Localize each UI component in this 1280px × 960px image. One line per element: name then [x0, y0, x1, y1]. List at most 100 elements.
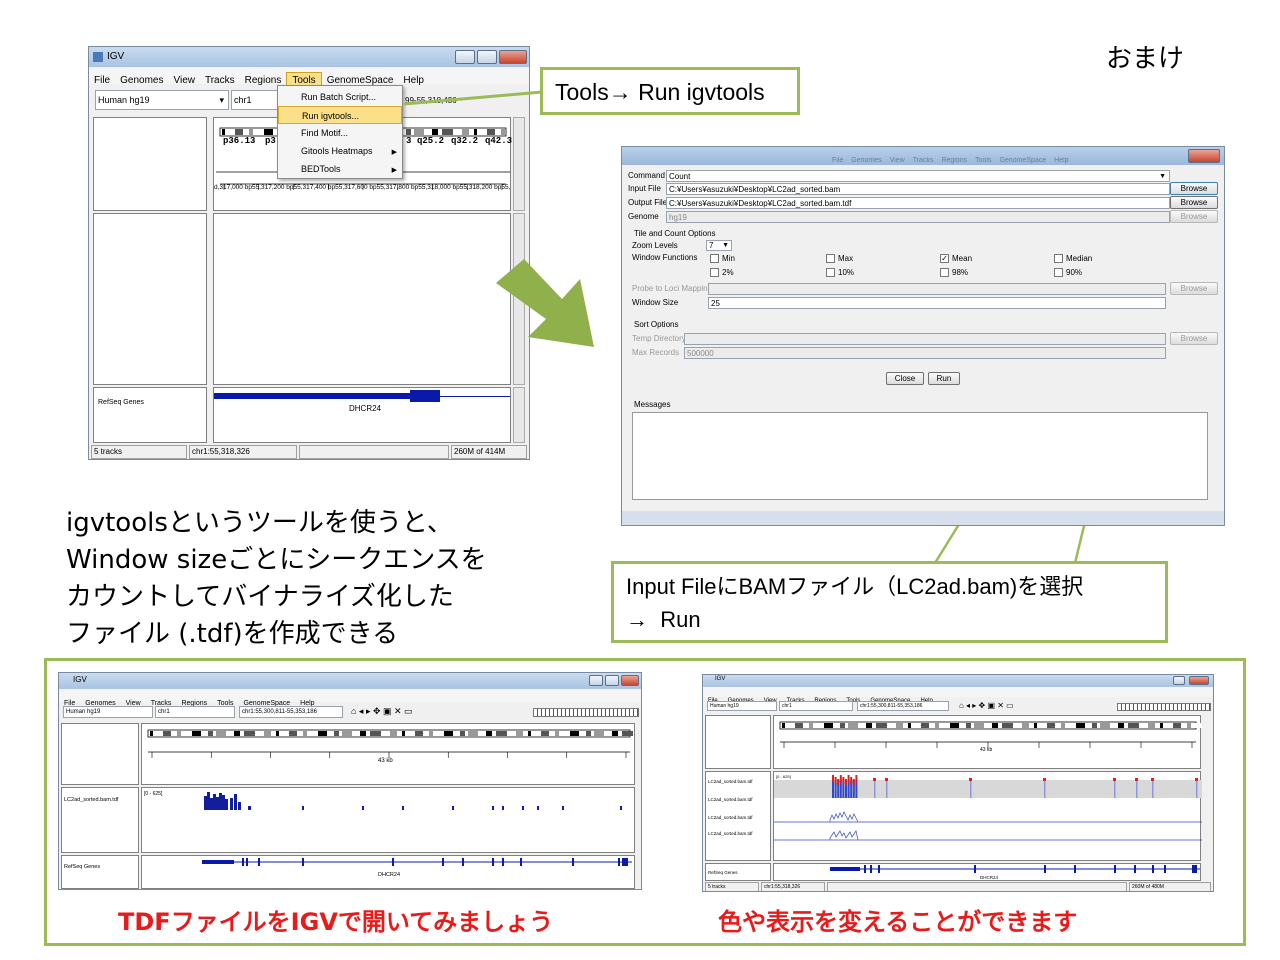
checkbox-10pct[interactable] — [826, 268, 835, 277]
caption-left: TDFファイルをIGVで開いてみましょう — [118, 908, 554, 936]
cytoband — [579, 731, 586, 736]
max-records-field[interactable]: 500000 — [684, 347, 1166, 359]
gene-exon — [878, 865, 880, 873]
gene-exon — [1164, 865, 1166, 873]
coverage-bar-red — [873, 778, 876, 781]
cytoband — [366, 731, 370, 736]
cytoband — [415, 731, 423, 736]
cytoband — [833, 723, 840, 728]
cytoband — [903, 723, 908, 728]
gene-exon — [502, 858, 504, 866]
minimize-button[interactable] — [1173, 676, 1185, 685]
coverage-bar-red — [1151, 778, 1154, 781]
checkbox-2pct[interactable] — [710, 268, 719, 277]
messages-label: Messages — [634, 400, 671, 409]
coverage-bar-blue — [839, 780, 842, 798]
genome-select[interactable]: Human hg19 — [707, 701, 777, 711]
zoom-widget[interactable] — [1117, 703, 1211, 711]
igv3-title: IGV — [715, 676, 726, 682]
temp-directory-label: Temp Directory — [632, 334, 686, 343]
cytoband — [402, 731, 405, 736]
ideogram-3 — [779, 721, 1202, 748]
cytoband — [1128, 723, 1139, 728]
bg-menu-genomespace: GenomeSpace — [999, 157, 1047, 164]
cytoband — [866, 723, 872, 728]
checkbox-2pct-label: 2% — [722, 268, 734, 277]
cytoband — [1148, 723, 1155, 728]
coverage-bar — [230, 798, 233, 810]
sort-options-header: Sort Options — [634, 320, 679, 329]
igv3-statusbar: 5 tracks chr1:55,318,326 260M of 480M — [703, 882, 1213, 891]
cytoband — [1092, 723, 1097, 728]
checkbox-98pct[interactable] — [940, 268, 949, 277]
cytoband — [360, 731, 366, 736]
cytoband — [163, 731, 171, 736]
checkbox-mean[interactable]: ✓ — [940, 254, 949, 263]
cytoband — [782, 723, 785, 728]
run-button[interactable]: Run — [928, 372, 960, 385]
track-label-2: LC2ad_sorted.bam.tdf — [708, 797, 753, 802]
coverage-bar-blue — [886, 780, 888, 798]
coverage-bar — [402, 806, 404, 810]
cytoband — [549, 731, 555, 736]
chromosome-select[interactable]: chr1 — [779, 701, 853, 711]
cytoband — [1002, 723, 1013, 728]
probe-mapping-field[interactable] — [708, 283, 1166, 295]
minimize-button[interactable] — [589, 675, 603, 686]
dialog-close-button[interactable] — [1188, 149, 1220, 163]
locus-field[interactable]: chr1:55,300,811-55,353,186 — [239, 706, 343, 718]
output-file-field[interactable]: C:¥Users¥asuzuki¥Desktop¥LC2ad_sorted.ba… — [666, 197, 1170, 209]
output-browse-button[interactable]: Browse — [1170, 196, 1218, 209]
probe-browse-button[interactable]: Browse — [1170, 282, 1218, 295]
coverage-bar — [492, 806, 494, 810]
cytoband — [992, 723, 998, 728]
temp-directory-field[interactable] — [684, 333, 1166, 345]
coverage-bar — [452, 806, 454, 810]
checkbox-median[interactable] — [1054, 254, 1063, 263]
input-file-field[interactable]: C:¥Users¥asuzuki¥Desktop¥LC2ad_sorted.ba… — [666, 183, 1170, 195]
cytoband — [604, 731, 612, 736]
close-button[interactable]: Close — [886, 372, 924, 385]
coverage-bar-red — [837, 779, 840, 786]
close-window-button[interactable] — [1189, 676, 1209, 685]
genome-browse-button[interactable]: Browse — [1170, 210, 1218, 223]
genome-field[interactable]: hg19 — [666, 211, 1170, 223]
track-label-3: LC2ad_sorted.bam.tdf — [708, 815, 753, 820]
checkbox-max[interactable] — [826, 254, 835, 263]
cytoband — [911, 723, 921, 728]
checkbox-90pct[interactable] — [1054, 268, 1063, 277]
track-label-1: LC2ad_sorted.bam.tdf — [708, 779, 753, 784]
genome-select[interactable]: Human hg19 — [63, 706, 153, 718]
command-select[interactable]: Count ▼ — [666, 170, 1170, 182]
cytoband — [486, 731, 492, 736]
zoom-widget[interactable] — [533, 708, 639, 717]
cytoband — [352, 731, 360, 736]
close-window-button[interactable] — [621, 675, 639, 686]
cytoband — [984, 723, 992, 728]
cytoband — [813, 723, 824, 728]
cytoband — [622, 731, 633, 736]
bg-menu-file: File — [832, 157, 844, 164]
zoom-levels-select[interactable]: 7 ▼ — [706, 240, 732, 251]
refseq-track-label: RefSeq Genes — [64, 864, 101, 870]
cytoband — [848, 723, 858, 728]
toolbar-icons[interactable]: ⌂ ◂ ▸ ✥ ▣ ✕ ▭ — [959, 701, 1014, 711]
cytoband — [492, 731, 496, 736]
gene-exon — [864, 865, 866, 873]
data-panel: [0 - 625] — [773, 771, 1202, 861]
igv-window-colored: IGV FileGenomesViewTracksRegionsToolsGen… — [702, 674, 1214, 892]
maximize-button[interactable] — [605, 675, 619, 686]
checkbox-min[interactable] — [710, 254, 719, 263]
window-size-field[interactable]: 25 — [708, 297, 1166, 309]
temp-browse-button[interactable]: Browse — [1170, 332, 1218, 345]
toolbar-icons[interactable]: ⌂ ◂ ▸ ✥ ▣ ✕ ▭ — [351, 706, 413, 716]
gene-exon — [202, 860, 234, 864]
dialog-bottom-bar — [622, 511, 1224, 525]
cytoband — [1100, 723, 1110, 728]
cytoband — [342, 731, 352, 736]
input-browse-button[interactable]: Browse — [1170, 182, 1218, 195]
cytoband — [1047, 723, 1055, 728]
output-file-label: Output File — [628, 198, 668, 207]
locus-field[interactable]: chr1:55,300,811-55,353,186 — [857, 701, 949, 711]
chromosome-select[interactable]: chr1 — [155, 706, 235, 718]
